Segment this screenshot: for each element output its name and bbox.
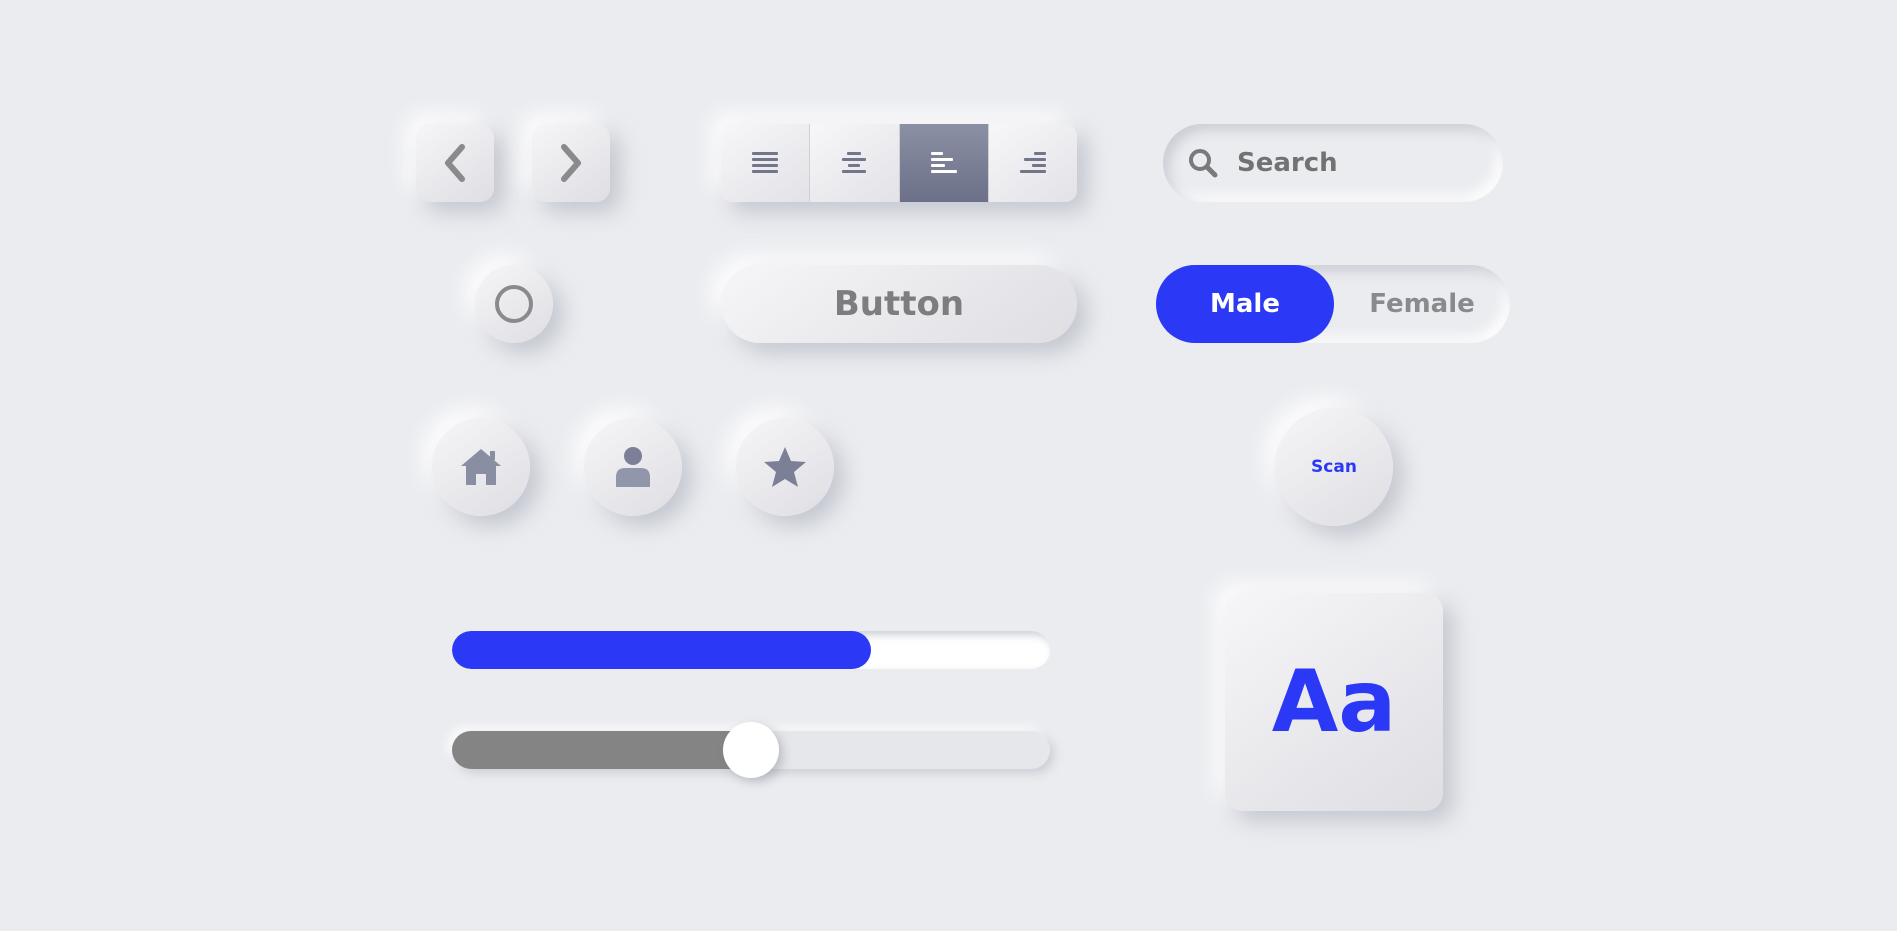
gender-option-female[interactable]: Female xyxy=(1334,265,1510,343)
gender-option-male[interactable]: Male xyxy=(1156,265,1334,343)
align-left-icon xyxy=(930,152,957,173)
align-justify-button[interactable] xyxy=(721,124,811,202)
search-icon xyxy=(1187,147,1219,179)
home-icon xyxy=(461,449,501,485)
slider-thumb[interactable] xyxy=(723,722,779,778)
chevron-left-icon xyxy=(445,144,465,182)
previous-button[interactable] xyxy=(416,124,494,202)
radio-circle-icon xyxy=(495,285,533,323)
align-right-icon xyxy=(1019,152,1046,173)
text-align-segmented-control xyxy=(721,124,1077,202)
gender-toggle: Male Female xyxy=(1156,265,1510,343)
search-input[interactable] xyxy=(1235,147,1469,179)
align-left-button[interactable] xyxy=(899,124,989,202)
primary-button[interactable]: Button xyxy=(721,265,1077,343)
align-center-icon xyxy=(842,152,867,173)
user-icon xyxy=(616,447,650,487)
star-icon xyxy=(764,447,806,487)
next-button[interactable] xyxy=(532,124,610,202)
align-right-button[interactable] xyxy=(988,124,1077,202)
font-card[interactable]: Aa xyxy=(1225,593,1443,811)
progress-bar xyxy=(452,631,1050,669)
search-bar xyxy=(1163,124,1503,202)
user-button[interactable] xyxy=(584,418,682,516)
progress-fill xyxy=(452,631,871,669)
home-button[interactable] xyxy=(432,418,530,516)
scan-button[interactable]: Scan xyxy=(1275,408,1393,526)
slider-fill xyxy=(452,731,751,769)
align-center-button[interactable] xyxy=(810,124,900,202)
slider-track[interactable] xyxy=(452,722,1050,778)
chevron-right-icon xyxy=(561,144,581,182)
align-justify-icon xyxy=(752,152,779,173)
radio-button[interactable] xyxy=(475,265,553,343)
favorite-button[interactable] xyxy=(736,418,834,516)
